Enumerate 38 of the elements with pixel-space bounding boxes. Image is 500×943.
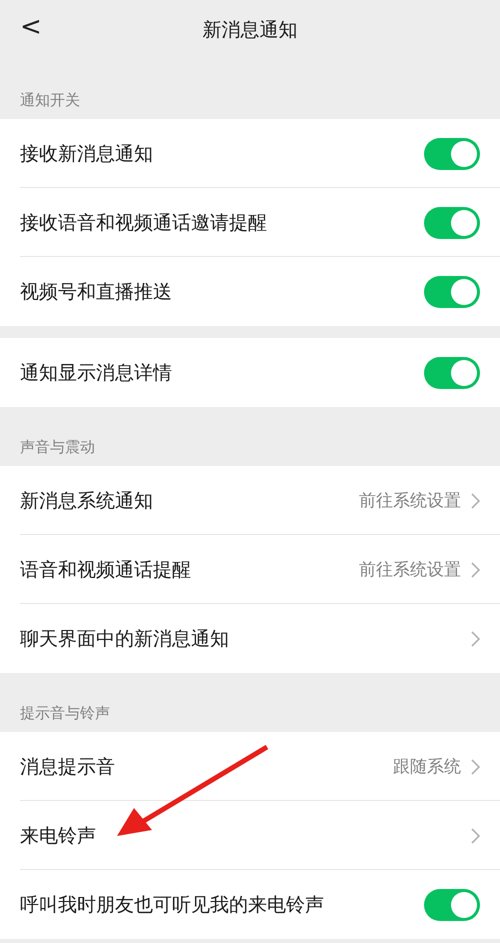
chevron-right-icon — [471, 758, 480, 774]
row-label: 聊天界面中的新消息通知 — [20, 626, 230, 652]
settings-row[interactable]: 接收语音和视频通话邀请提醒 — [0, 188, 500, 257]
row-value: 前往系统设置 — [359, 559, 461, 581]
section-header: 提示音与铃声 — [20, 704, 110, 723]
back-button[interactable]: < — [14, 12, 48, 44]
settings-row[interactable]: 语音和视频通话提醒 前往系统设置 — [0, 535, 500, 604]
row-label: 消息提示音 — [20, 754, 116, 780]
settings-row[interactable]: 新消息系统通知 前往系统设置 — [0, 466, 500, 535]
settings-row[interactable]: 来电铃声 — [0, 801, 500, 870]
toggle-switch[interactable] — [424, 356, 480, 388]
row-label: 语音和视频通话提醒 — [20, 558, 192, 582]
settings-row[interactable]: 聊天界面中的新消息通知 — [0, 604, 500, 673]
chevron-right-icon — [471, 562, 480, 578]
toggle-switch[interactable] — [424, 138, 480, 170]
chevron-right-icon — [471, 492, 480, 508]
toggle-switch[interactable] — [424, 206, 480, 238]
row-label: 来电铃声 — [20, 824, 97, 848]
row-value: 跟随系统 — [393, 756, 461, 778]
row-label: 接收新消息通知 — [20, 142, 154, 166]
settings-row[interactable]: 通知显示消息详情 — [0, 338, 500, 407]
chevron-right-icon — [471, 630, 480, 646]
section-header: 声音与震动 — [20, 438, 95, 457]
settings-row[interactable]: 接收新消息通知 — [0, 119, 500, 188]
row-label: 呼叫我时朋友也可听见我的来电铃声 — [20, 892, 325, 918]
settings-row[interactable]: 呼叫我时朋友也可听见我的来电铃声 — [0, 870, 500, 939]
settings-row[interactable]: 视频号和直播推送 — [0, 257, 500, 326]
row-label: 通知显示消息详情 — [20, 360, 173, 386]
page-title: 新消息通知 — [202, 18, 298, 43]
toggle-switch[interactable] — [424, 276, 480, 308]
chevron-right-icon — [471, 828, 480, 844]
row-label: 新消息系统通知 — [20, 488, 154, 514]
row-label: 接收语音和视频通话邀请提醒 — [20, 210, 268, 236]
section-header: 通知开关 — [20, 91, 80, 110]
row-value: 前往系统设置 — [359, 490, 461, 512]
row-label: 视频号和直播推送 — [20, 280, 173, 304]
settings-row[interactable]: 消息提示音 跟随系统 — [0, 732, 500, 801]
toggle-switch[interactable] — [424, 888, 480, 920]
